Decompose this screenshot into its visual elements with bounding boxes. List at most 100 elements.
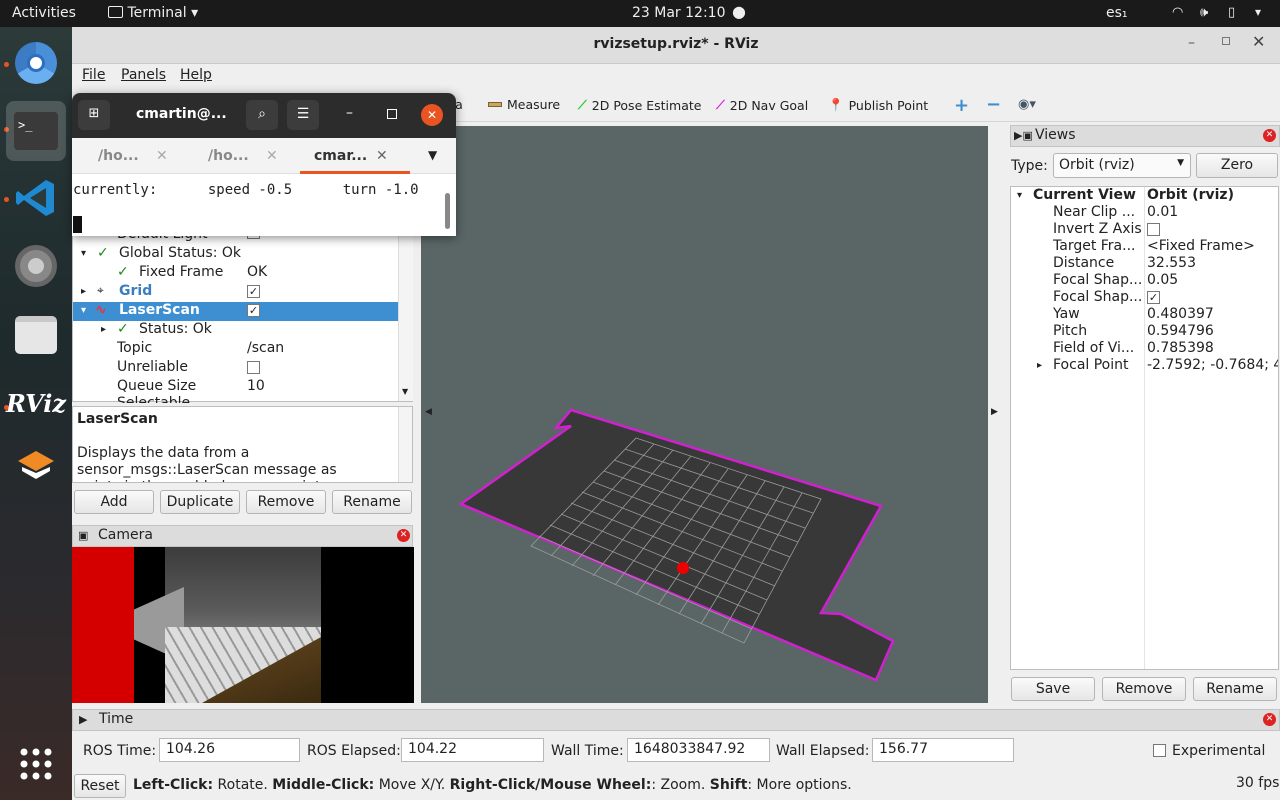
tree-row-grid[interactable]: ▸ ⌖ Grid ✓ (73, 283, 412, 302)
view-properties-tree[interactable]: ▾ Current View Orbit (rviz) Near Clip ..… (1010, 186, 1279, 670)
tool-2d-pose-estimate[interactable]: ⟋ 2D Pose Estimate (578, 97, 701, 113)
tab-close-icon[interactable]: ✕ (376, 148, 388, 164)
tree-row-global-status[interactable]: ▾ ✓ Global Status: Ok (73, 245, 412, 264)
experimental-checkbox[interactable] (1153, 744, 1166, 757)
close-icon[interactable]: ✕ (421, 104, 443, 126)
camera-close-icon[interactable]: ✕ (397, 529, 410, 542)
app-menu-terminal[interactable]: Terminal ▾ (108, 5, 198, 21)
add-button[interactable]: Add (74, 490, 154, 514)
layers-icon[interactable] (12, 445, 60, 493)
time-close-icon[interactable]: ✕ (1263, 713, 1276, 726)
checkbox[interactable]: ✓ (1147, 291, 1160, 304)
maximize-icon[interactable] (1222, 37, 1230, 45)
tree-row-fixed-frame[interactable]: ✓ Fixed Frame OK (73, 264, 412, 283)
rename-view-button[interactable]: Rename (1193, 677, 1277, 701)
terminal-dock-icon[interactable]: >_ (6, 101, 66, 161)
checkbox[interactable] (247, 361, 260, 374)
terminal-tab-2[interactable]: /ho... (208, 148, 249, 164)
menu-icon[interactable]: ☰ (287, 100, 319, 130)
input-source-indicator[interactable]: es₁ (1106, 5, 1128, 21)
rename-display-button[interactable]: Rename (332, 490, 412, 514)
window-titlebar[interactable]: rvizsetup.rviz* - RViz – ✕ (72, 27, 1280, 64)
vscode-icon[interactable] (12, 174, 60, 222)
expand-arrow-icon[interactable]: ▸ (1037, 360, 1042, 371)
terminal-window[interactable]: ⊞ cmartin@... ⌕ ☰ – ✕ /ho... ✕ /ho... ✕ … (72, 93, 456, 236)
settings-icon[interactable] (12, 242, 60, 290)
menu-file[interactable]: File (82, 67, 105, 83)
save-view-button[interactable]: Save (1011, 677, 1095, 701)
collapse-right-icon[interactable]: ▶ (991, 407, 998, 417)
expand-arrow-icon[interactable]: ▾ (81, 248, 86, 259)
show-apps-grid-icon[interactable] (12, 740, 60, 788)
checkbox[interactable]: ✓ (247, 304, 260, 317)
reset-button[interactable]: Reset (74, 774, 126, 798)
tool-measure[interactable]: Measure (488, 97, 560, 112)
tree-row-topic[interactable]: Topic /scan (73, 340, 412, 359)
view-type-select[interactable]: Orbit (rviz) ▼ (1053, 153, 1191, 178)
wifi-icon[interactable]: ◠ (1172, 5, 1183, 20)
menubar: File Panels Help (72, 64, 1280, 88)
duplicate-button[interactable]: Duplicate (160, 490, 240, 514)
checkbox[interactable]: ✓ (247, 285, 260, 298)
add-tool-icon[interactable]: + (954, 95, 969, 116)
remove-display-button[interactable]: Remove (246, 490, 326, 514)
terminal-scrollbar[interactable] (445, 193, 450, 229)
system-menu-chevron-icon[interactable]: ▾ (1255, 5, 1261, 19)
view-type-label: Type: (1011, 158, 1048, 174)
tree-row-selectable[interactable]: Selectable (73, 395, 412, 403)
gnome-top-bar: Activities Terminal ▾ 23 Mar 12:10 ● es₁… (0, 0, 1280, 27)
battery-icon[interactable]: ▯ (1228, 5, 1235, 20)
description-scrollbar[interactable] (398, 407, 412, 482)
notification-dot-icon: ● (732, 2, 746, 21)
new-tab-icon[interactable]: ⊞ (78, 100, 110, 130)
close-icon[interactable]: ✕ (1252, 32, 1265, 51)
expand-arrow-icon[interactable]: ▸ (81, 286, 86, 297)
dropdown-arrow-icon: ▼ (1177, 158, 1184, 168)
tool-publish-point[interactable]: 📍 Publish Point (828, 97, 928, 113)
remove-view-button[interactable]: Remove (1102, 677, 1186, 701)
expand-arrow-icon[interactable]: ▾ (81, 305, 86, 316)
zero-button[interactable]: Zero (1196, 153, 1278, 178)
expand-arrow-icon[interactable]: ▾ (1017, 190, 1022, 201)
display-description: LaserScan Displays the data from a senso… (72, 406, 413, 483)
ros-elapsed-field[interactable]: 104.22 (401, 738, 544, 762)
search-icon[interactable]: ⌕ (246, 100, 278, 130)
checkbox[interactable] (1147, 223, 1160, 236)
views-close-icon[interactable]: ✕ (1263, 129, 1276, 142)
tab-close-icon[interactable]: ✕ (156, 148, 168, 164)
maximize-icon[interactable] (387, 109, 397, 119)
menu-panels[interactable]: Panels (121, 67, 166, 83)
eye-icon[interactable]: ◉▾ (1018, 97, 1036, 112)
chromium-icon[interactable] (12, 39, 60, 87)
tabs-dropdown-icon[interactable]: ▼ (428, 148, 437, 162)
terminal-tab-3-active[interactable]: cmar... (314, 148, 367, 164)
camera-panel-title: ▣ Camera ✕ (72, 525, 413, 547)
rviz-icon[interactable]: RViz (6, 379, 66, 427)
tool-2d-nav-goal[interactable]: ⟋ 2D Nav Goal (716, 97, 808, 113)
prop-row[interactable]: ▸Focal Point-2.7592; -0.7684; 4.2 (1011, 357, 1278, 376)
terminal-tab-1[interactable]: /ho... (98, 148, 139, 164)
terminal-output-line: currently: speed -0.5 turn -1.0 (73, 182, 419, 198)
collapse-left-icon[interactable]: ◀ (425, 407, 432, 417)
ros-time-field[interactable]: 104.26 (159, 738, 300, 762)
minimize-icon[interactable]: – (346, 105, 353, 121)
terminal-headerbar[interactable]: ⊞ cmartin@... ⌕ ☰ – ✕ (72, 93, 456, 138)
menu-help[interactable]: Help (180, 67, 212, 83)
activities-button[interactable]: Activities (12, 5, 76, 21)
tree-row-unreliable[interactable]: Unreliable (73, 359, 412, 378)
volume-icon[interactable]: 🕪 (1200, 5, 1208, 20)
3d-viewport[interactable] (421, 126, 988, 703)
tree-row-status[interactable]: ▸ ✓ Status: Ok (73, 321, 412, 340)
tree-row-laserscan[interactable]: ▾ ∿ LaserScan ✓ (73, 302, 412, 321)
expand-arrow-icon[interactable]: ▸ (101, 324, 106, 335)
remove-tool-icon[interactable]: − (986, 94, 1001, 115)
wall-elapsed-field[interactable]: 156.77 (872, 738, 1014, 762)
minimize-icon[interactable]: – (1188, 35, 1195, 51)
wall-time-field[interactable]: 1648033847.92 (627, 738, 770, 762)
displays-scrollbar[interactable]: ▼ (398, 223, 413, 401)
clock[interactable]: 23 Mar 12:10 (632, 5, 725, 21)
tab-close-icon[interactable]: ✕ (266, 148, 278, 164)
camera-panel-icon: ▣ (78, 529, 89, 542)
files-icon[interactable] (12, 311, 60, 359)
scroll-down-icon[interactable]: ▼ (402, 387, 408, 396)
